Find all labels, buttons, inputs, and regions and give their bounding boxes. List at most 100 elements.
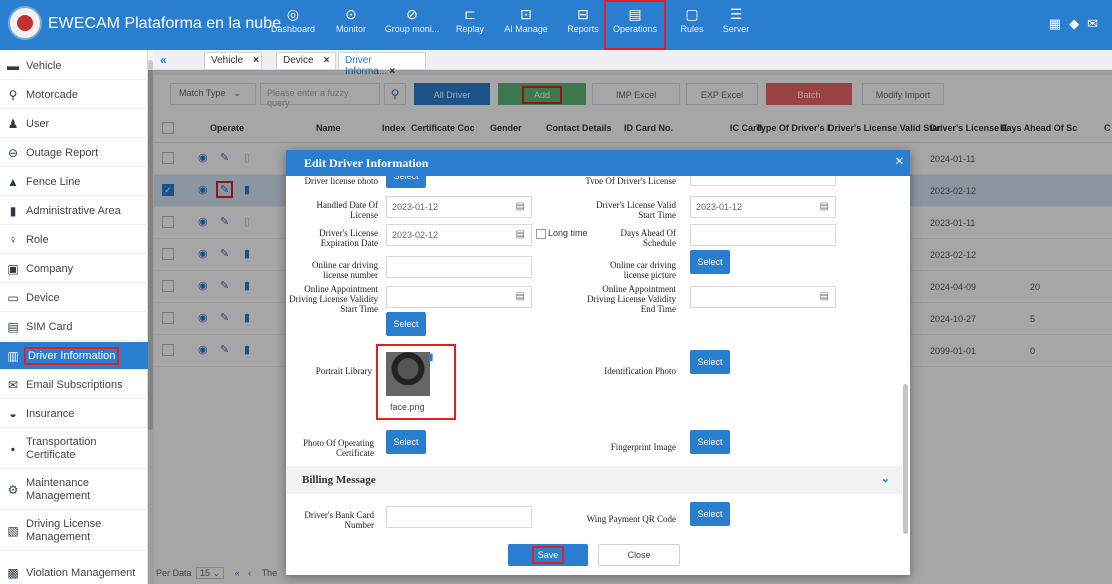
online-license-picture-select[interactable]: Select xyxy=(690,250,730,274)
bank-card-input[interactable] xyxy=(386,506,532,528)
expiration-date-input[interactable]: 2023-02-12 ▤ xyxy=(386,224,532,246)
nav-label: Reports xyxy=(567,24,599,34)
handled-date-input[interactable]: 2023-01-12 ▤ xyxy=(386,196,532,218)
tab-vehicle[interactable]: Vehicle × xyxy=(204,52,262,70)
calendar-icon[interactable]: ▤ xyxy=(516,229,525,240)
driver-license-photo-select[interactable]: Select xyxy=(386,176,426,188)
nav-ai-manage[interactable]: ⊡ AI Manage xyxy=(500,2,552,48)
appointment-start-input[interactable]: ▤ xyxy=(386,286,532,308)
nav-group-monitor[interactable]: ⊘ Group moni... xyxy=(384,2,440,48)
sidebar-item-motorcade[interactable]: ⚲ Motorcade xyxy=(0,81,148,109)
nav-replay[interactable]: ⊏ Replay xyxy=(448,2,492,48)
close-icon[interactable]: × xyxy=(895,153,904,171)
car-icon: ▬ xyxy=(7,58,19,73)
close-button[interactable]: Close xyxy=(598,544,680,566)
violation-icon: ▩ xyxy=(7,565,19,580)
calendar-icon[interactable]: ▤ xyxy=(820,291,829,302)
sidebar-item-maintenance-management[interactable]: ⚙ Maintenance Management xyxy=(0,470,148,510)
operations-icon: ▤ xyxy=(628,6,642,22)
nav-rules[interactable]: ▢ Rules xyxy=(676,2,708,48)
identification-photo-select[interactable]: Select xyxy=(690,350,730,374)
nav-server[interactable]: ☰ Server xyxy=(718,2,754,48)
sidebar-item-driving-license-management[interactable]: ▧ Driving License Management xyxy=(0,511,148,551)
valid-start-input[interactable]: 2023-01-12 ▤ xyxy=(690,196,836,218)
fence-icon: ▲ xyxy=(7,174,19,189)
sidebar-item-label: Insurance xyxy=(26,407,75,420)
mail-icon[interactable]: ✉ xyxy=(1087,16,1106,31)
sidebar-item-label: Driving License Management xyxy=(26,517,102,543)
select-label: Select xyxy=(697,437,723,447)
dialog-header: Edit Driver Information × xyxy=(286,150,910,176)
server-icon: ☰ xyxy=(729,6,743,22)
satellite-icon: ⊘ xyxy=(406,6,418,22)
role-icon: ♀ xyxy=(8,232,18,247)
maintenance-icon: ⚙ xyxy=(7,482,19,497)
sidebar-item-administrative-area[interactable]: ▮ Administrative Area xyxy=(0,197,148,225)
rules-icon: ▢ xyxy=(685,6,699,22)
save-button[interactable]: Save xyxy=(508,544,588,566)
tab-driver-information[interactable]: Driver Informa... × xyxy=(338,52,426,77)
portrait-upload[interactable]: ▮ face.png xyxy=(376,344,456,420)
save-label: Save xyxy=(531,546,565,564)
calendar-icon[interactable]: ▤ xyxy=(516,201,525,212)
sidebar-item-vehicle[interactable]: ▬ Vehicle xyxy=(0,52,148,80)
close-icon[interactable]: × xyxy=(324,55,330,66)
nav-label: Rules xyxy=(680,24,704,34)
sidebar-item-user[interactable]: ♟ User xyxy=(0,110,148,138)
appointment-end-input[interactable]: ▤ xyxy=(690,286,836,308)
sidebar-item-insurance[interactable]: ◒ Insurance xyxy=(0,400,148,428)
sidebar-item-driver-information[interactable]: ▥ Driver Information xyxy=(0,342,148,370)
fingerprint-select[interactable]: Select xyxy=(690,430,730,454)
dialog-title: Edit Driver Information xyxy=(304,156,429,170)
sidebar-item-violation-management[interactable]: ▩ Violation Management xyxy=(0,560,148,584)
field-label: Handled Date Of License xyxy=(316,200,378,220)
field-label: Identification Photo xyxy=(604,366,676,376)
tab-bar: « Vehicle × Device × Driver Informa... × xyxy=(154,50,1112,77)
wing-qr-select[interactable]: Select xyxy=(690,502,730,526)
field-label: Driver's License Expiration Date xyxy=(319,228,378,248)
tab-device[interactable]: Device × xyxy=(276,52,336,70)
trash-icon[interactable]: ▮ xyxy=(428,352,434,363)
operating-certificate-select[interactable]: Select xyxy=(386,430,426,454)
collapse-icon[interactable]: « xyxy=(160,53,167,67)
sidebar-item-company[interactable]: ▣ Company xyxy=(0,255,148,283)
billing-section-header[interactable]: Billing Message ⌄ xyxy=(286,466,902,494)
sidebar-item-role[interactable]: ♀ Role xyxy=(0,226,148,254)
sidebar-item-email-subscriptions[interactable]: ✉ Email Subscriptions xyxy=(0,371,148,399)
report-icon: ⊟ xyxy=(577,6,589,22)
field-label: Wing Payment QR Code xyxy=(586,514,676,524)
sidebar-item-label: Maintenance Management xyxy=(26,476,91,502)
dialog-scrollbar[interactable] xyxy=(903,384,908,534)
nav-label: Group moni... xyxy=(384,24,440,34)
app-title: EWECAM Plataforma en la nube xyxy=(48,15,281,32)
replay-icon: ⊏ xyxy=(464,6,476,22)
tab-label: Device xyxy=(283,55,314,66)
sidebar-item-sim-card[interactable]: ▤ SIM Card xyxy=(0,313,148,341)
close-icon[interactable]: × xyxy=(253,55,259,66)
long-time-checkbox[interactable]: Long time xyxy=(536,228,588,239)
sidebar-item-outage-report[interactable]: ⊖ Outage Report xyxy=(0,139,148,167)
license-type-input[interactable] xyxy=(690,176,836,186)
field-label: Online Appointment Driving License Valid… xyxy=(289,284,378,314)
field-label: Photo Of Operating Certificate xyxy=(303,438,374,458)
email-icon: ✉ xyxy=(7,377,19,392)
sidebar-item-label: Device xyxy=(26,291,60,304)
select-label: Select xyxy=(697,257,723,267)
sidebar-item-device[interactable]: ▭ Device xyxy=(0,284,148,312)
nav-reports[interactable]: ⊟ Reports xyxy=(562,2,604,48)
calendar-icon[interactable]: ▤ xyxy=(516,291,525,302)
top-header: EWECAM Plataforma en la nube ◎ Dashboard … xyxy=(0,0,1112,50)
chevron-down-icon[interactable]: ⌄ xyxy=(881,472,890,485)
appointment-select-button[interactable]: Select xyxy=(386,312,426,336)
ai-icon: ⊡ xyxy=(520,6,532,22)
sidebar-item-fence-line[interactable]: ▲ Fence Line xyxy=(0,168,148,196)
calendar-icon[interactable]: ▤ xyxy=(820,201,829,212)
grid-icon[interactable]: ▦ xyxy=(1049,16,1069,31)
nav-monitor[interactable]: ⊙ Monitor xyxy=(326,2,376,48)
days-ahead-input[interactable] xyxy=(690,224,836,246)
nav-dashboard[interactable]: ◎ Dashboard xyxy=(268,2,318,48)
shirt-icon[interactable]: ◆ xyxy=(1069,16,1087,31)
sidebar-item-transportation-certificate[interactable]: ▪ Transportation Certificate xyxy=(0,429,148,469)
online-license-number-input[interactable] xyxy=(386,256,532,278)
nav-operations[interactable]: ▤ Operations xyxy=(604,0,666,50)
